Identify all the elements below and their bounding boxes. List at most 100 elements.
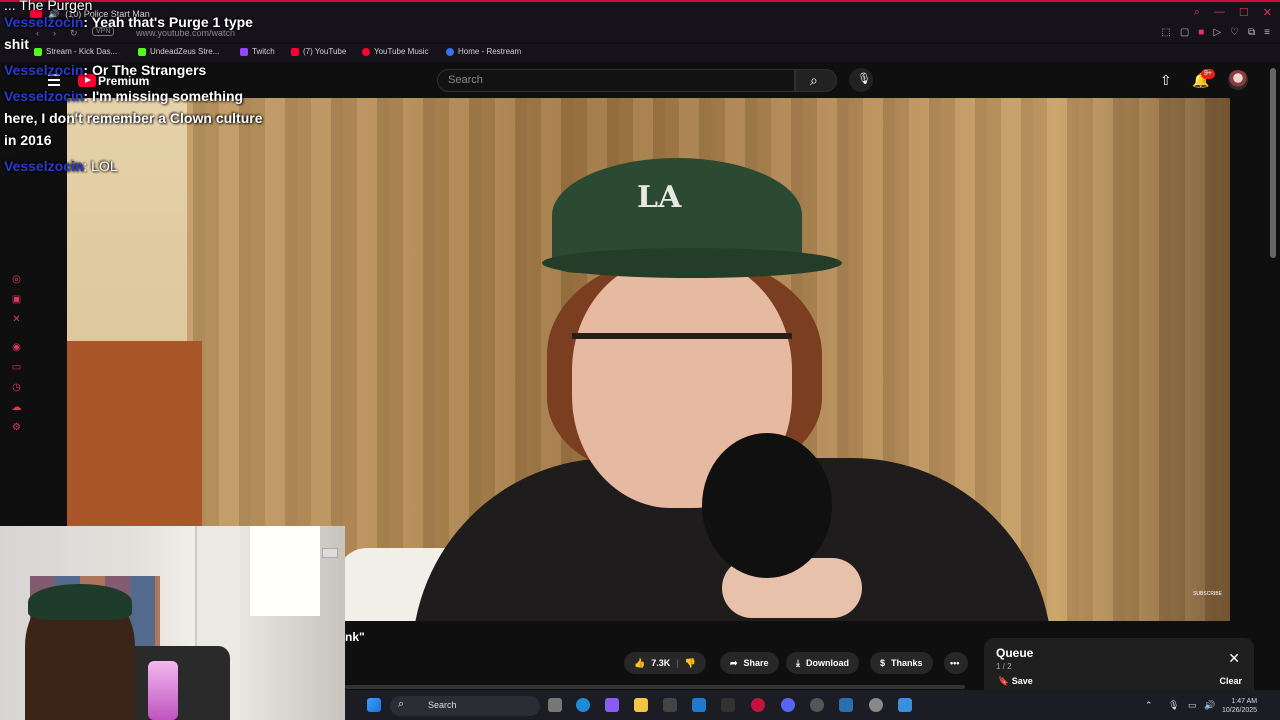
- download-label: Download: [805, 658, 849, 668]
- bookmark-label: (7) YouTube: [303, 47, 347, 56]
- bookmark-item[interactable]: UndeadZeus Stre...: [138, 47, 219, 56]
- chevron-up-icon[interactable]: ⌃: [1145, 700, 1153, 711]
- video-subject: LA: [412, 158, 1052, 621]
- window-controls: ⌕ — ☐ ✕: [1194, 6, 1272, 19]
- webcam-light: [148, 661, 178, 720]
- store-icon[interactable]: [663, 698, 677, 712]
- more-actions-button[interactable]: •••: [944, 652, 968, 674]
- close-icon[interactable]: ✕: [1228, 650, 1240, 667]
- twitch-icon[interactable]: ▣: [11, 294, 22, 305]
- chat-user: Vesselzocin: [4, 14, 84, 30]
- pin-icon[interactable]: ⬚: [1161, 27, 1170, 38]
- like-count: 7.3K: [651, 658, 671, 668]
- steam-icon[interactable]: [839, 698, 853, 712]
- download-icon: ⤓: [796, 657, 800, 668]
- search-icon: ⌕: [810, 72, 818, 88]
- snapshot-icon[interactable]: ▢: [1180, 27, 1189, 38]
- bookmark-item[interactable]: (7) YouTube: [291, 47, 346, 56]
- puzzle-icon[interactable]: ⧉: [1248, 27, 1255, 38]
- search-button[interactable]: ⌕: [795, 69, 837, 92]
- like-button[interactable]: 👍 7.3K | 👎: [624, 652, 706, 674]
- folder-icon[interactable]: ▭: [11, 362, 22, 373]
- subject-glasses: [572, 333, 792, 383]
- bookmark-item[interactable]: Twitch: [240, 47, 275, 56]
- youtube-music-icon: [362, 47, 370, 56]
- subscribe-watermark[interactable]: SUBSCRIBE: [1193, 591, 1222, 597]
- chat-text: shit: [4, 36, 29, 52]
- chat-line: Vesselzocin: Or The Strangers: [4, 59, 206, 81]
- task-view-icon[interactable]: [548, 698, 562, 712]
- opera-icon[interactable]: [751, 698, 765, 712]
- queue-save-button[interactable]: 🔖 Save: [998, 676, 1033, 687]
- window-app-icon[interactable]: [898, 698, 912, 712]
- bookmark-item[interactable]: YouTube Music: [362, 47, 429, 56]
- queue-save-label: Save: [1011, 676, 1033, 686]
- x-icon[interactable]: ✕: [11, 314, 22, 325]
- discord-icon[interactable]: [781, 698, 795, 712]
- chat-line: here, I don't remember a Clown culture: [4, 107, 263, 129]
- sidebar-icons: ◎ ▣ ✕ ◉ ▭ ◷ ☁ ⚙: [11, 274, 22, 433]
- webcam-overlay: [0, 526, 345, 720]
- chat-text: : Yeah that's Purge 1 type: [83, 14, 253, 30]
- clock-icon[interactable]: ◷: [11, 382, 22, 393]
- settings-icon[interactable]: ⚙: [11, 422, 22, 433]
- bookmark-item[interactable]: Home - Restream: [446, 47, 521, 56]
- maximize-icon[interactable]: ☐: [1239, 6, 1249, 19]
- youtube-icon: [291, 47, 299, 56]
- kick-icon: [138, 47, 146, 56]
- bookmark-label: Stream - Kick Das...: [46, 47, 118, 56]
- webcam-bandana: [28, 584, 132, 620]
- file-explorer-icon[interactable]: [634, 698, 648, 712]
- edge-icon[interactable]: [576, 698, 590, 712]
- share-button[interactable]: ➦ Share: [720, 652, 779, 674]
- windows-start-icon[interactable]: [367, 698, 381, 712]
- minimize-icon[interactable]: —: [1214, 6, 1225, 19]
- chat-user: Vesselzocin: [4, 88, 84, 104]
- chat-user: Vesselzocin: [4, 158, 84, 174]
- mail-icon[interactable]: [692, 698, 706, 712]
- queue-count: 1 / 2: [996, 662, 1012, 671]
- chat-line: in 2016: [4, 129, 51, 151]
- upload-icon[interactable]: ⇧: [1160, 72, 1172, 89]
- copilot-icon[interactable]: [605, 698, 619, 712]
- volume-icon[interactable]: 🔊: [1204, 700, 1215, 711]
- thanks-button[interactable]: $ Thanks: [870, 652, 933, 674]
- restream-icon: [446, 47, 454, 56]
- taskbar-search[interactable]: Search: [390, 696, 540, 716]
- thumbs-down-icon[interactable]: 👎: [685, 658, 696, 669]
- network-icon[interactable]: ▭: [1188, 700, 1197, 711]
- heart-icon[interactable]: ♡: [1230, 27, 1239, 38]
- queue-clear-button[interactable]: Clear: [1219, 676, 1242, 686]
- cap-logo: LA: [637, 180, 682, 215]
- restream-icon[interactable]: ◎: [11, 274, 22, 285]
- webcam-box: [322, 548, 338, 558]
- thanks-label: Thanks: [891, 658, 923, 668]
- taskbar-clock[interactable]: 1:47 AM 10/26/2025: [1222, 697, 1257, 715]
- record-icon[interactable]: ◉: [11, 342, 22, 353]
- settings-icon[interactable]: [869, 698, 883, 712]
- webcam-window: [250, 526, 320, 616]
- search-input[interactable]: Search: [437, 69, 795, 92]
- obs-icon[interactable]: [810, 698, 824, 712]
- menu-icon[interactable]: ≡: [1264, 27, 1270, 38]
- bookmark-label: Twitch: [252, 47, 275, 56]
- close-icon[interactable]: ✕: [1263, 6, 1272, 19]
- capcut-icon[interactable]: [721, 698, 735, 712]
- download-button[interactable]: ⤓ Download: [786, 652, 859, 674]
- shield-icon[interactable]: ■: [1198, 27, 1204, 38]
- chat-line: Vesselzocin: Yeah that's Purge 1 type: [4, 11, 253, 33]
- video-title: nk": [345, 630, 365, 644]
- voice-search-button[interactable]: 🎙: [849, 68, 873, 92]
- cloud-icon[interactable]: ☁: [11, 402, 22, 413]
- microphone-icon[interactable]: 🎙: [1168, 700, 1179, 711]
- bookmark-label: Home - Restream: [458, 47, 522, 56]
- search-tab-icon[interactable]: ⌕: [1194, 6, 1200, 19]
- chat-text: : I'm missing something: [83, 88, 244, 104]
- thanks-icon: $: [880, 658, 886, 668]
- bookmark-item[interactable]: Stream - Kick Das...: [34, 47, 117, 56]
- bookmark-icon: 🔖: [998, 676, 1010, 686]
- play-icon[interactable]: ▷: [1213, 27, 1221, 38]
- avatar[interactable]: [1228, 70, 1248, 90]
- share-icon: ➦: [730, 657, 738, 668]
- page-scrollbar[interactable]: [1270, 68, 1276, 258]
